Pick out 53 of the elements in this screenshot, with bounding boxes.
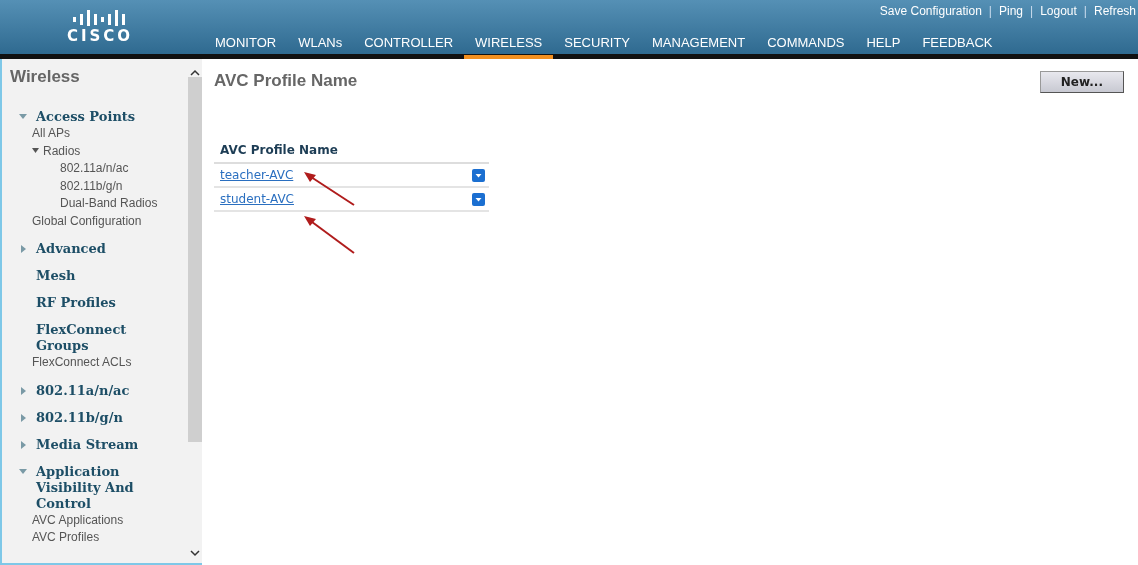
sidebar-item[interactable]: FlexConnect Groups: [36, 322, 161, 354]
sidebar-item[interactable]: Advanced: [36, 241, 106, 257]
expanded-arrow-icon[interactable]: [32, 148, 39, 155]
column-header: AVC Profile Name: [220, 143, 338, 157]
sidebar-subitem[interactable]: 802.11b/g/n: [60, 177, 188, 195]
sidebar-item[interactable]: 802.11a/n/ac: [36, 382, 130, 399]
sidebar-subitem[interactable]: All APs: [32, 125, 70, 143]
menu-tab[interactable]: FEEDBACK: [911, 29, 1004, 59]
sidebar-item[interactable]: RF Profiles: [36, 295, 116, 311]
collapsed-arrow-icon[interactable]: [19, 386, 27, 395]
dropdown-icon[interactable]: [472, 192, 485, 206]
sidebar-subitem[interactable]: Dual-Band Radios: [60, 195, 188, 213]
scroll-down-icon[interactable]: [190, 549, 200, 557]
dropdown-icon[interactable]: [472, 168, 485, 182]
separator: |: [1030, 4, 1034, 18]
sidebar-subitem[interactable]: 802.11a/n/ac: [60, 160, 188, 178]
profile-link[interactable]: teacher-AVC: [220, 168, 294, 182]
sidebar-item[interactable]: Media Stream: [36, 436, 139, 453]
sidebar-subitem[interactable]: AVC Profiles: [32, 529, 100, 547]
separator: |: [1083, 4, 1087, 18]
menu-tab[interactable]: COMMANDS: [756, 29, 856, 59]
scrollbar-thumb[interactable]: [188, 77, 202, 442]
collapsed-arrow-icon[interactable]: [19, 413, 27, 422]
sidebar-subitem[interactable]: Radios: [43, 142, 81, 160]
profile-link[interactable]: student-AVC: [220, 192, 294, 206]
sidebar-subitem[interactable]: Global Configuration: [32, 212, 142, 230]
collapsed-arrow-icon[interactable]: [19, 245, 27, 253]
menu-tab[interactable]: CONTROLLER: [353, 29, 465, 59]
sidebar-item[interactable]: Mesh: [36, 268, 76, 284]
menu-tab[interactable]: WLANs: [287, 29, 354, 59]
annotation-arrow: [304, 216, 355, 254]
sidebar-subitem[interactable]: AVC Applications: [32, 511, 124, 529]
sidebar-item[interactable]: 802.11b/g/n: [36, 409, 123, 426]
menu-tab[interactable]: HELP: [855, 29, 912, 59]
new-button[interactable]: New...: [1039, 71, 1124, 93]
header-link[interactable]: Ping: [999, 4, 1023, 18]
sidebar-item[interactable]: Application Visibility And Control: [36, 463, 161, 512]
logo-text: CISCO: [66, 29, 134, 44]
menu-tab[interactable]: WIRELESS: [464, 29, 554, 59]
header-link[interactable]: Refresh: [1093, 4, 1136, 18]
sidebar-item[interactable]: Access Points: [36, 109, 136, 125]
collapsed-arrow-icon[interactable]: [19, 440, 27, 449]
menu-tab[interactable]: MONITOR: [204, 29, 288, 59]
separator: |: [988, 4, 992, 18]
menu-tab[interactable]: MANAGEMENT: [641, 29, 757, 59]
menu-tab[interactable]: SECURITY: [553, 29, 641, 59]
scroll-up-icon[interactable]: [190, 69, 200, 77]
header-link[interactable]: Save Configuration: [879, 4, 982, 18]
sidebar-subitem[interactable]: FlexConnect ACLs: [32, 354, 132, 372]
page-title: AVC Profile Name: [214, 71, 358, 91]
sidebar-title: Wireless: [10, 67, 81, 87]
header-link[interactable]: Logout: [1040, 4, 1077, 18]
annotation-arrow: [304, 172, 355, 206]
